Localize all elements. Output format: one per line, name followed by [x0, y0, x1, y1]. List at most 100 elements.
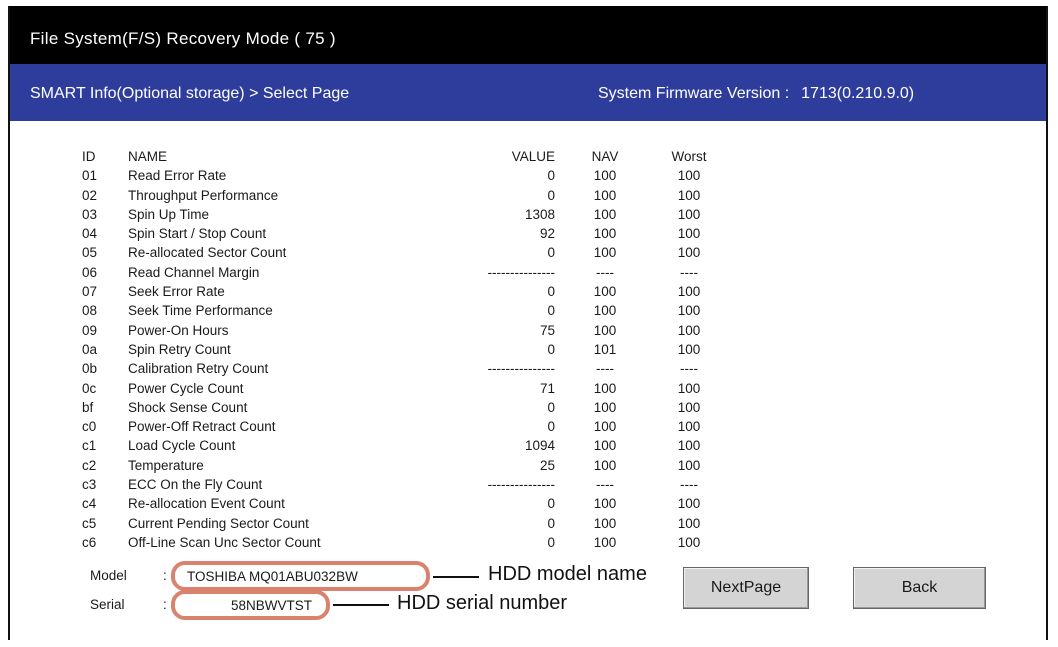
- cell-worst-text: 100: [677, 187, 701, 203]
- cell-nav: ----: [555, 263, 625, 282]
- cell-worst: 100: [625, 340, 711, 359]
- cell-nav-text: 100: [593, 226, 617, 242]
- cell-value: 0: [547, 187, 555, 203]
- cell-worst: 100: [625, 205, 711, 224]
- cell-nav-text: 100: [593, 322, 617, 338]
- table-row: c5 Current Pending Sector Count 0 100 100: [68, 514, 711, 533]
- cell-id: 08: [82, 303, 98, 319]
- cell-value: ---------------: [487, 264, 555, 280]
- column-header-id: ID: [82, 149, 96, 164]
- next-page-button[interactable]: NextPage: [683, 567, 809, 609]
- table-row: 06 Read Channel Margin --------------- ----…: [68, 263, 711, 282]
- serial-value: 58NBWVTST: [231, 598, 313, 613]
- table-header-row: ID NAME VALUE NAV Worst: [68, 147, 711, 166]
- cell-worst-text: 100: [677, 206, 701, 222]
- cell-value: 0: [547, 534, 555, 550]
- cell-value: 1094: [524, 438, 555, 454]
- cell-worst: 100: [625, 186, 711, 205]
- cell-name: Load Cycle Count: [128, 438, 236, 454]
- firmware-label: System Firmware Version :: [598, 85, 790, 102]
- column-header-nav: NAV: [555, 147, 625, 166]
- table-row: c6 Off-Line Scan Unc Sector Count 0 100 100: [68, 533, 711, 552]
- title-bar: File System(F/S) Recovery Mode ( 75 ): [10, 6, 1046, 64]
- cell-nav-text: 101: [593, 341, 617, 357]
- back-button[interactable]: Back: [853, 567, 986, 609]
- column-header-nav-label: NAV: [591, 149, 619, 164]
- cell-worst: ----: [625, 475, 711, 494]
- cell-worst: ----: [625, 263, 711, 282]
- cell-value: ---------------: [487, 477, 555, 493]
- cell-nav: ----: [555, 475, 625, 494]
- cell-nav-text: 100: [593, 399, 617, 415]
- cell-worst-text: 100: [677, 457, 701, 473]
- cell-id: c1: [82, 438, 97, 454]
- table-row: 0a Spin Retry Count 0 101 100: [68, 340, 711, 359]
- cell-worst: 100: [625, 282, 711, 301]
- cell-worst-text: 100: [677, 284, 701, 300]
- cell-id: 06: [82, 264, 98, 280]
- cell-worst: 100: [625, 417, 711, 436]
- cell-id: 0a: [82, 341, 98, 357]
- cell-worst: 100: [625, 166, 711, 185]
- cell-id: 09: [82, 322, 98, 338]
- cell-name: Shock Sense Count: [128, 399, 248, 415]
- cell-nav-text: ----: [596, 361, 614, 377]
- cell-nav-text: 100: [593, 496, 617, 512]
- column-header-worst-label: Worst: [671, 149, 707, 164]
- model-separator: :: [163, 568, 167, 583]
- cell-name: Power-On Hours: [128, 322, 229, 338]
- cell-name: Re-allocated Sector Count: [128, 245, 287, 261]
- cell-name: Seek Error Rate: [128, 284, 225, 300]
- cell-nav-text: 100: [593, 168, 617, 184]
- smart-table: ID NAME VALUE NAV Worst 01 Read Error Rat…: [68, 147, 711, 552]
- cell-nav-text: 100: [593, 284, 617, 300]
- cell-worst: 100: [625, 533, 711, 552]
- cell-id: c6: [82, 534, 97, 550]
- table-row: 08 Seek Time Performance 0 100 100: [68, 301, 711, 320]
- column-header-value: VALUE: [511, 149, 555, 164]
- table-row: c1 Load Cycle Count 1094 100 100: [68, 436, 711, 455]
- cell-nav: 100: [555, 243, 625, 262]
- cell-name: Read Channel Margin: [128, 264, 260, 280]
- cell-name: Off-Line Scan Unc Sector Count: [128, 534, 321, 550]
- cell-id: 05: [82, 245, 98, 261]
- cell-nav: ----: [555, 359, 625, 378]
- cell-worst-text: 100: [677, 322, 701, 338]
- table-row: 03 Spin Up Time 1308 100 100: [68, 205, 711, 224]
- cell-nav: 100: [555, 301, 625, 320]
- cell-name: Seek Time Performance: [128, 303, 273, 319]
- table-row: 0b Calibration Retry Count ---------------…: [68, 359, 711, 378]
- cell-nav: 100: [555, 379, 625, 398]
- cell-value: 1308: [524, 206, 555, 222]
- cell-value: 92: [539, 226, 555, 242]
- cell-worst: 100: [625, 224, 711, 243]
- cell-value: 0: [547, 496, 555, 512]
- cell-nav: 101: [555, 340, 625, 359]
- cell-nav-text: 100: [593, 187, 617, 203]
- cell-worst-text: 100: [677, 245, 701, 261]
- cell-worst-text: 100: [677, 380, 701, 396]
- cell-nav-text: ----: [596, 477, 614, 493]
- window-title: File System(F/S) Recovery Mode ( 75 ): [30, 29, 336, 48]
- cell-worst: 100: [625, 379, 711, 398]
- cell-name: Spin Retry Count: [128, 341, 231, 357]
- cell-id: 0b: [82, 361, 98, 377]
- cell-id: c2: [82, 457, 97, 473]
- cell-name: Read Error Rate: [128, 168, 227, 184]
- cell-nav-text: 100: [593, 303, 617, 319]
- model-callout-line: [433, 576, 479, 578]
- cell-name: Calibration Retry Count: [128, 361, 269, 377]
- cell-name: Temperature: [128, 457, 204, 473]
- cell-id: c5: [82, 515, 97, 531]
- cell-nav: 100: [555, 166, 625, 185]
- column-header-name: NAME: [128, 149, 168, 164]
- cell-worst: 100: [625, 243, 711, 262]
- serial-callout-line: [333, 604, 389, 606]
- model-label: Model: [90, 568, 127, 583]
- cell-worst-text: 100: [677, 496, 701, 512]
- cell-worst-text: 100: [677, 419, 701, 435]
- cell-nav: 100: [555, 417, 625, 436]
- table-row: 07 Seek Error Rate 0 100 100: [68, 282, 711, 301]
- cell-nav: 100: [555, 494, 625, 513]
- serial-label: Serial: [90, 597, 125, 612]
